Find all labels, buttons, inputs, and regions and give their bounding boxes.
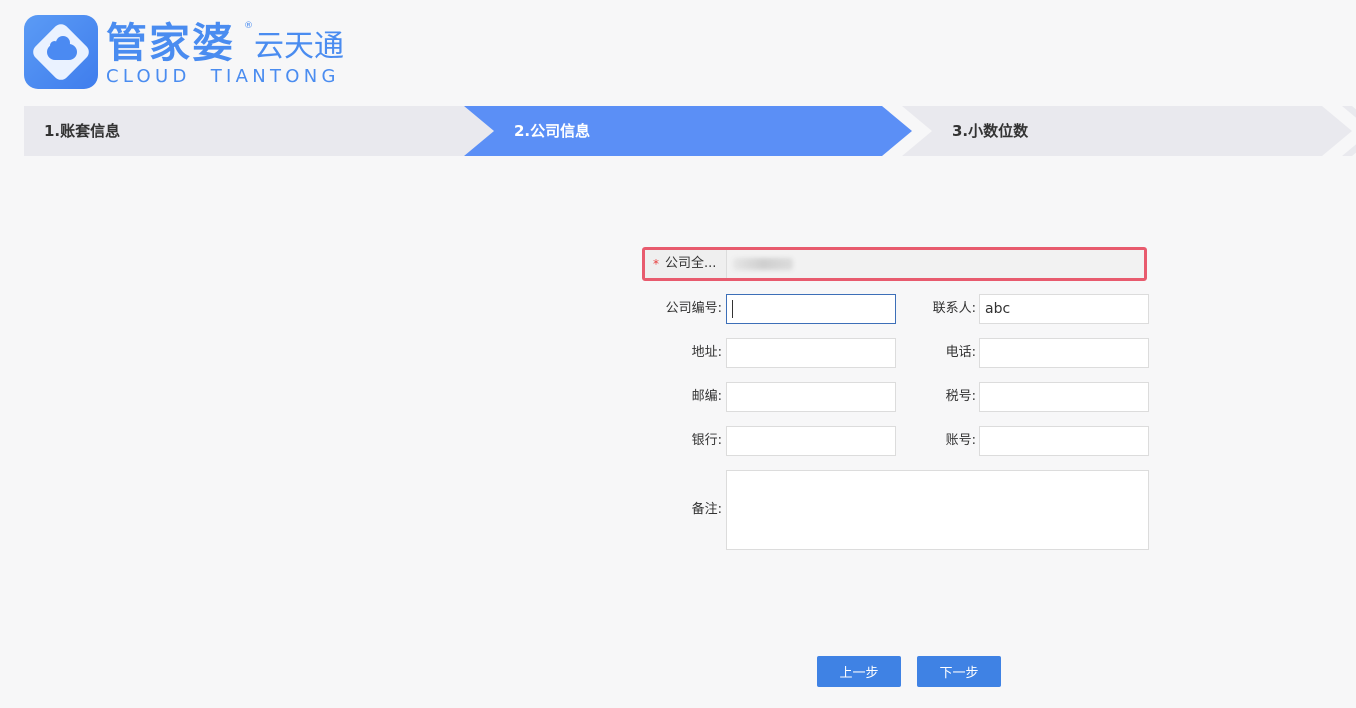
company-full-name-input[interactable]: [726, 250, 1144, 278]
contact-input[interactable]: [979, 294, 1149, 324]
phone-label: 电话:: [945, 345, 976, 360]
brand-name: 管家婆: [106, 19, 235, 67]
step-company-info: 2.公司信息: [464, 106, 912, 156]
cloud-logo-icon: [24, 15, 98, 89]
tax-no-label: 税号:: [945, 389, 976, 404]
step-indicator: 1.账套信息 2.公司信息 3.小数位数: [24, 106, 1356, 156]
postcode-input[interactable]: [726, 382, 896, 412]
address-input[interactable]: [726, 338, 896, 368]
remark-label: 备注:: [691, 502, 722, 517]
step-account-info: 1.账套信息: [24, 106, 494, 156]
blurred-company-name: [733, 257, 793, 270]
contact-label: 联系人:: [932, 301, 976, 316]
company-full-name-label: 公司全...: [665, 256, 717, 271]
required-mark: *: [653, 257, 659, 271]
tax-no-input[interactable]: [979, 382, 1149, 412]
phone-input[interactable]: [979, 338, 1149, 368]
step-label: 2.公司信息: [514, 122, 591, 140]
remark-textarea[interactable]: [726, 470, 1149, 550]
company-code-input[interactable]: [726, 294, 896, 324]
bank-label: 银行:: [691, 433, 722, 448]
address-label: 地址:: [691, 345, 722, 360]
brand-english: CLOUD TIANTONG: [106, 66, 340, 87]
text-cursor: [732, 300, 733, 318]
company-code-label: 公司编号:: [665, 301, 722, 316]
company-full-name-row: * 公司全...: [642, 247, 1147, 281]
postcode-label: 邮编:: [691, 389, 722, 404]
account-no-label: 账号:: [945, 433, 976, 448]
bank-input[interactable]: [726, 426, 896, 456]
step-label: 1.账套信息: [44, 122, 121, 140]
registered-mark: ®: [244, 21, 253, 31]
brand-product: 云天通: [254, 29, 344, 64]
account-no-input[interactable]: [979, 426, 1149, 456]
step-label: 3.小数位数: [952, 122, 1029, 140]
next-step-button[interactable]: 下一步: [917, 656, 1001, 687]
prev-step-button[interactable]: 上一步: [817, 656, 901, 687]
step-decimal-places: 3.小数位数: [902, 106, 1352, 156]
